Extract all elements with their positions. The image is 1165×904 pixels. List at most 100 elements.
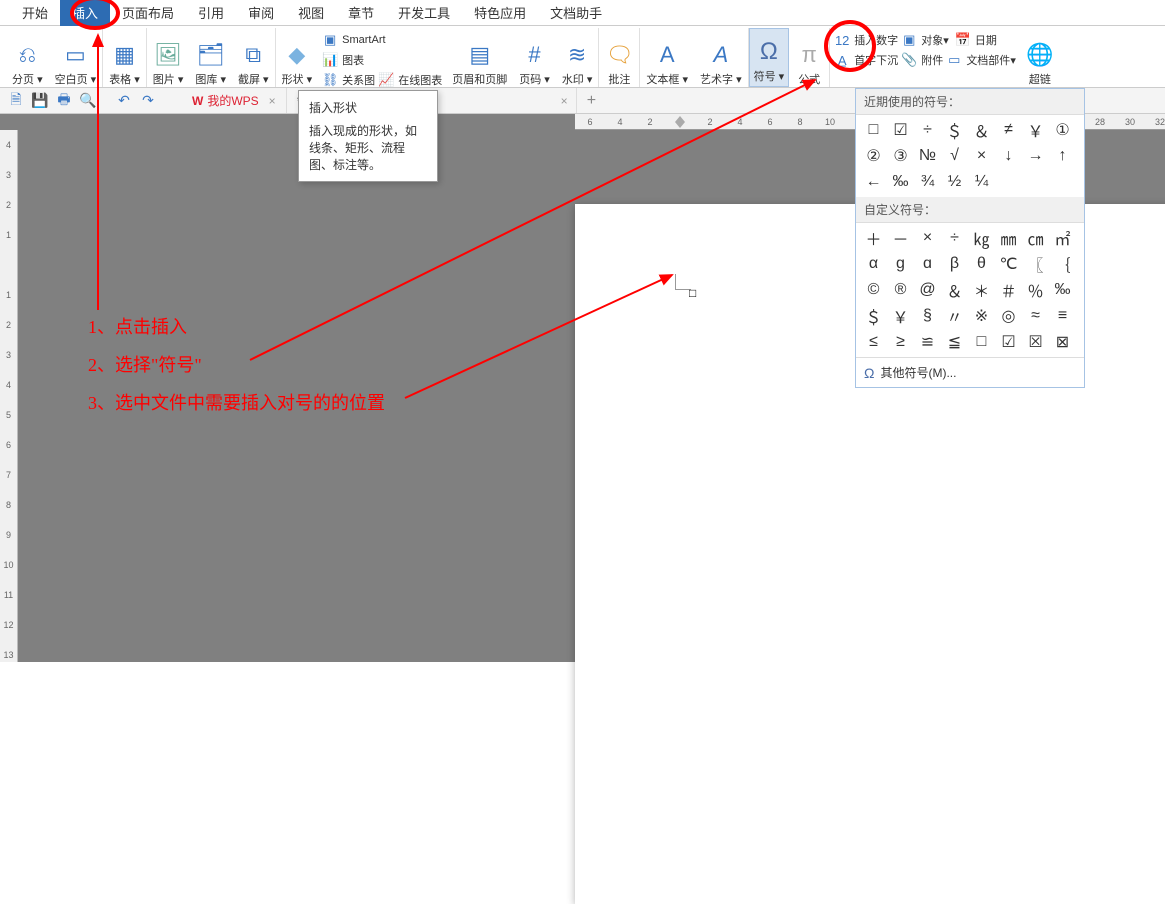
symbol-cell[interactable]: ÷ — [941, 225, 968, 251]
symbol-cell[interactable]: ¾ — [914, 169, 941, 195]
symbol-more-button[interactable]: Ω 其他符号(M)... — [856, 357, 1084, 387]
symbol-cell[interactable]: ＃ — [995, 277, 1022, 303]
symbol-cell[interactable]: ɡ — [887, 251, 914, 277]
ribbon-comment[interactable]: 🗨 批注 — [599, 28, 640, 87]
tab-close-icon[interactable]: × — [561, 94, 568, 108]
symbol-cell[interactable]: ≈ — [1022, 303, 1049, 329]
symbol-cell[interactable]: → — [1022, 143, 1049, 169]
symbol-cell[interactable]: ｛ — [1049, 251, 1076, 277]
menu-chapter[interactable]: 章节 — [336, 0, 386, 26]
symbol-cell[interactable]: ® — [887, 277, 914, 303]
symbol-cell[interactable]: 〖 — [1022, 251, 1049, 277]
symbol-cell[interactable]: № — [914, 143, 941, 169]
symbol-cell[interactable]: ≡ — [1049, 303, 1076, 329]
ruler-indent-marker[interactable] — [675, 116, 685, 128]
ribbon-gallery[interactable]: 🗂 图库 ▾ — [189, 28, 232, 87]
symbol-cell[interactable]: ≥ — [887, 329, 914, 355]
symbol-cell[interactable]: ← — [860, 169, 887, 195]
symbol-cell[interactable]: □ — [968, 329, 995, 355]
qat-save-icon[interactable]: 💾 — [30, 91, 50, 111]
ribbon-pagenumber[interactable]: # 页码 ▾ — [513, 28, 556, 87]
smartart-button[interactable]: ▣SmartArt — [318, 30, 446, 50]
menu-reference[interactable]: 引用 — [186, 0, 236, 26]
menu-dochelper[interactable]: 文档助手 — [538, 0, 614, 26]
symbol-cell[interactable]: ☑ — [995, 329, 1022, 355]
symbol-cell[interactable]: ↓ — [995, 143, 1022, 169]
ribbon-pagebreak[interactable]: ⎌ 分页 ▾ — [6, 28, 49, 87]
symbol-cell[interactable]: × — [914, 225, 941, 251]
symbol-cell[interactable]: ÷ — [914, 117, 941, 143]
symbol-cell[interactable]: ＄ — [941, 117, 968, 143]
symbol-cell[interactable]: θ — [968, 251, 995, 277]
tab-add[interactable]: + — [577, 92, 606, 110]
symbol-cell[interactable]: ＆ — [968, 117, 995, 143]
ribbon-headerfooter[interactable]: ▤ 页眉和页脚 — [446, 28, 513, 87]
qat-undo-icon[interactable]: ↶ — [114, 91, 134, 111]
symbol-cell[interactable]: ＄ — [860, 303, 887, 329]
symbol-cell[interactable]: ℃ — [995, 251, 1022, 277]
symbol-cell[interactable]: 〃 — [941, 303, 968, 329]
ribbon-screenshot[interactable]: ⧉ 截屏 ▾ — [232, 28, 276, 87]
symbol-cell[interactable]: ≦ — [941, 329, 968, 355]
symbol-cell[interactable]: ɑ — [914, 251, 941, 277]
ribbon-picture[interactable]: 🖼 图片 ▾ — [147, 28, 190, 87]
symbol-cell[interactable]: ㎡ — [1049, 225, 1076, 251]
symbol-cell[interactable]: ＊ — [968, 277, 995, 303]
symbol-cell[interactable]: ≠ — [995, 117, 1022, 143]
symbol-cell[interactable]: ㎜ — [995, 225, 1022, 251]
symbol-cell[interactable]: ※ — [968, 303, 995, 329]
symbol-cell[interactable]: @ — [914, 277, 941, 303]
symbol-cell[interactable]: ③ — [887, 143, 914, 169]
symbol-cell[interactable]: ↑ — [1049, 143, 1076, 169]
menu-start[interactable]: 开始 — [10, 0, 60, 26]
ribbon-wordart[interactable]: A 艺术字 ▾ — [694, 28, 749, 87]
menu-review[interactable]: 审阅 — [236, 0, 286, 26]
symbol-cell[interactable]: ☒ — [1022, 329, 1049, 355]
symbol-cell[interactable]: ◎ — [995, 303, 1022, 329]
symbol-cell[interactable]: ‰ — [887, 169, 914, 195]
symbol-cell[interactable]: ￥ — [887, 303, 914, 329]
symbol-cell[interactable]: × — [968, 143, 995, 169]
qat-print-icon[interactable]: 🖶 — [54, 91, 74, 111]
ribbon-shapes[interactable]: ◆ 形状 ▾ — [276, 28, 319, 87]
symbol-cell[interactable]: ￥ — [1022, 117, 1049, 143]
symbol-cell[interactable]: ‰ — [1049, 277, 1076, 303]
menu-devtools[interactable]: 开发工具 — [386, 0, 462, 26]
tab-close-icon[interactable]: × — [269, 94, 276, 108]
menu-pagelayout[interactable]: 页面布局 — [110, 0, 186, 26]
symbol-cell[interactable]: α — [860, 251, 887, 277]
chart-button[interactable]: 📊图表 — [318, 50, 446, 70]
symbol-cell[interactable]: ％ — [1022, 277, 1049, 303]
symbol-cell[interactable]: ② — [860, 143, 887, 169]
ribbon-equation[interactable]: π 公式 — [789, 28, 830, 87]
symbol-cell[interactable]: ① — [1049, 117, 1076, 143]
symbol-cell[interactable]: ⊠ — [1049, 329, 1076, 355]
symbol-cell[interactable]: β — [941, 251, 968, 277]
symbol-cell[interactable]: ㎏ — [968, 225, 995, 251]
qat-preview-icon[interactable]: 🔍 — [78, 91, 98, 111]
symbol-cell[interactable]: ≌ — [914, 329, 941, 355]
symbol-cell[interactable]: √ — [941, 143, 968, 169]
symbol-cell[interactable]: － — [887, 225, 914, 251]
qat-new-icon[interactable]: 🗎 — [6, 91, 26, 111]
ribbon-textbox[interactable]: A 文本框 ▾ — [640, 28, 694, 87]
symbol-cell[interactable]: ㎝ — [1022, 225, 1049, 251]
ribbon-blankpage[interactable]: ▭ 空白页 ▾ — [49, 28, 104, 87]
relation-button[interactable]: ⛓关系图 📈在线图表 — [318, 70, 446, 90]
symbol-cell[interactable]: © — [860, 277, 887, 303]
symbol-cell[interactable]: ≤ — [860, 329, 887, 355]
ribbon-hyperlink[interactable]: 🌐 超链 — [1020, 28, 1060, 87]
symbol-cell[interactable]: ☑ — [887, 117, 914, 143]
symbol-cell[interactable]: ＋ — [860, 225, 887, 251]
ribbon-table[interactable]: ▦ 表格 ▾ — [103, 28, 147, 87]
symbol-cell[interactable]: ½ — [941, 169, 968, 195]
symbol-cell[interactable]: § — [914, 303, 941, 329]
qat-redo-icon[interactable]: ↷ — [138, 91, 158, 111]
tab-mywps[interactable]: W 我的WPS × — [182, 88, 287, 113]
symbol-cell[interactable]: ¼ — [968, 169, 995, 195]
ribbon-watermark[interactable]: ≋ 水印 ▾ — [556, 28, 600, 87]
symbol-cell[interactable]: ＆ — [941, 277, 968, 303]
ribbon-symbol[interactable]: Ω 符号 ▾ — [749, 28, 790, 87]
menu-view[interactable]: 视图 — [286, 0, 336, 26]
menu-special[interactable]: 特色应用 — [462, 0, 538, 26]
